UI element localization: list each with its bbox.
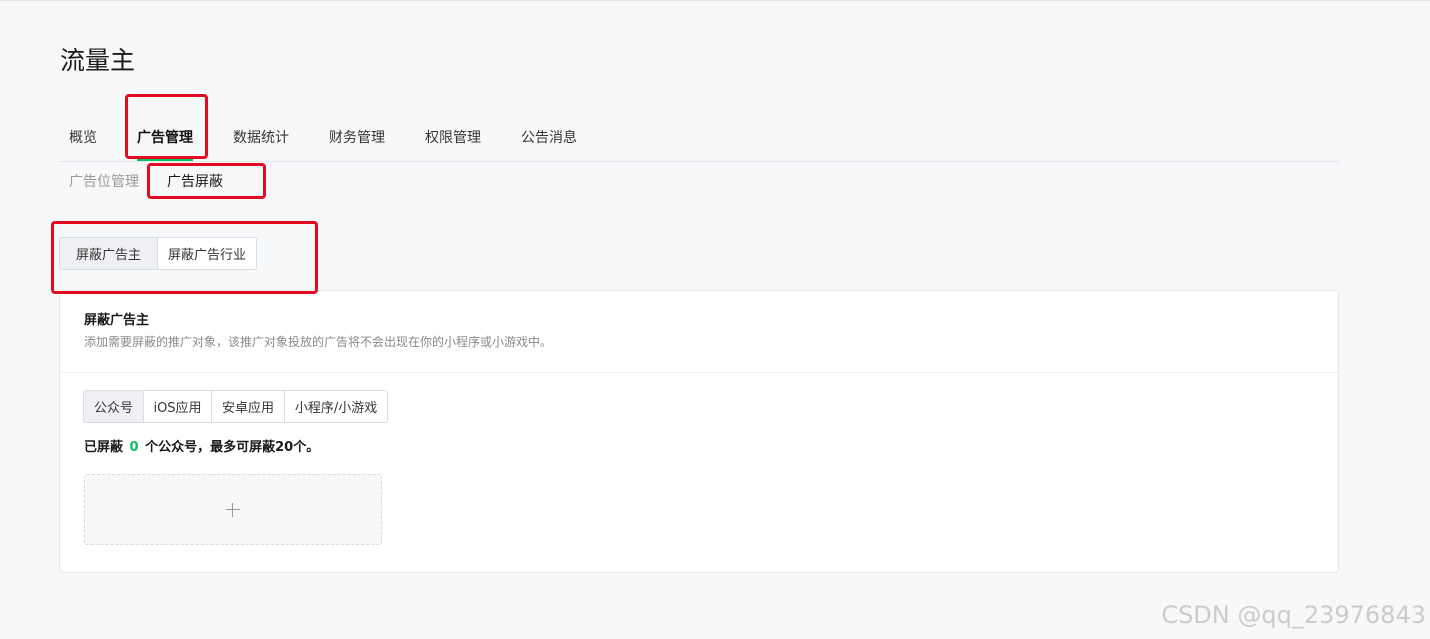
blocked-count-text: 已屏蔽 0 个公众号，最多可屏蔽20个。 (84, 436, 319, 455)
tab-announcements[interactable]: 公告消息 (521, 119, 577, 160)
plus-icon (226, 502, 240, 517)
tab-data-statistics[interactable]: 数据统计 (233, 119, 289, 160)
object-tab-mini-program[interactable]: 小程序/小游戏 (285, 391, 387, 422)
block-advertiser-button[interactable]: 屏蔽广告主 (60, 238, 158, 269)
card-title: 屏蔽广告主 (84, 313, 150, 328)
main-tab-bar: 概览 广告管理 数据统计 财务管理 权限管理 公告消息 (59, 119, 1339, 162)
page-title: 流量主 (60, 46, 136, 75)
tab-ad-management[interactable]: 广告管理 (137, 119, 193, 161)
block-advertiser-card: 屏蔽广告主 添加需要屏蔽的推广对象，该推广对象投放的广告将不会出现在你的小程序或… (59, 290, 1339, 573)
object-type-switch: 公众号 iOS应用 安卓应用 小程序/小游戏 (83, 390, 388, 423)
count-prefix: 已屏蔽 (84, 440, 124, 455)
block-type-switch: 屏蔽广告主 屏蔽广告行业 (59, 237, 257, 270)
watermark: CSDN @qq_23976843 (1161, 601, 1426, 629)
tab-permission-management[interactable]: 权限管理 (425, 119, 481, 160)
subtab-ad-slot-management[interactable]: 广告位管理 (69, 172, 139, 192)
object-tab-android-app[interactable]: 安卓应用 (212, 391, 285, 422)
tab-overview[interactable]: 概览 (69, 119, 97, 160)
object-tab-official-account[interactable]: 公众号 (84, 391, 144, 422)
subtab-ad-blocking[interactable]: 广告屏蔽 (167, 172, 223, 192)
blocked-count: 0 (129, 440, 139, 455)
tab-finance-management[interactable]: 财务管理 (329, 119, 385, 160)
count-suffix: 个公众号，最多可屏蔽20个。 (145, 440, 320, 455)
card-description: 添加需要屏蔽的推广对象，该推广对象投放的广告将不会出现在你的小程序或小游戏中。 (84, 335, 553, 349)
block-industry-button[interactable]: 屏蔽广告行业 (158, 238, 256, 269)
divider (60, 372, 1338, 373)
add-blocked-account-button[interactable] (84, 474, 382, 545)
object-tab-ios-app[interactable]: iOS应用 (144, 391, 212, 422)
